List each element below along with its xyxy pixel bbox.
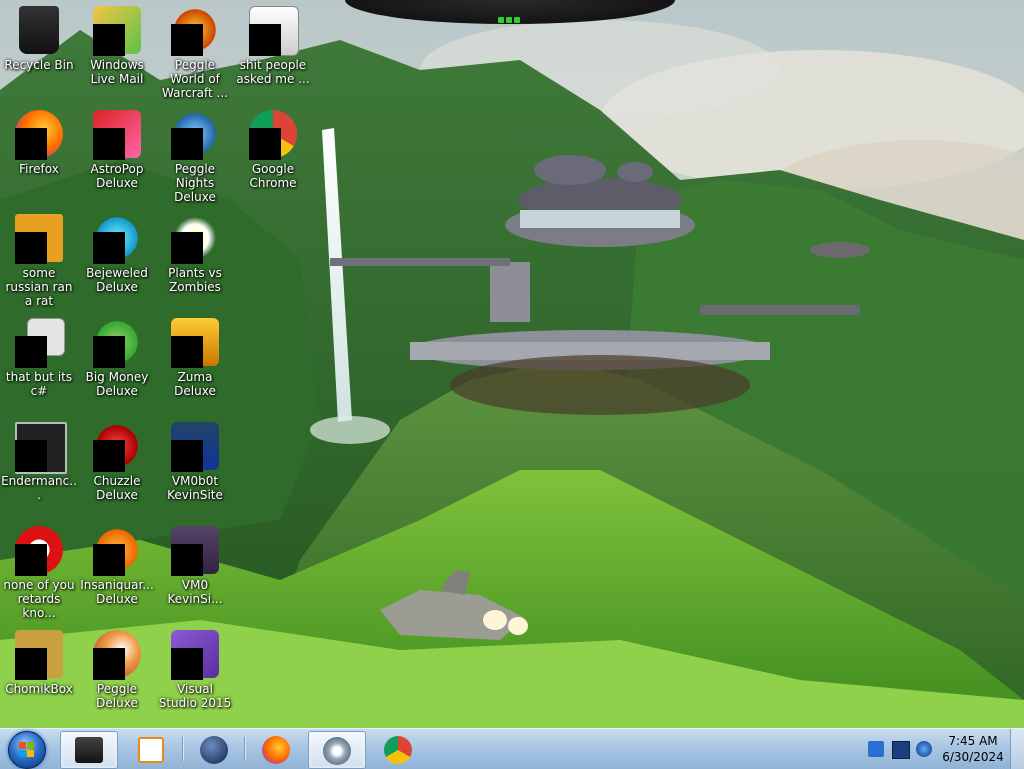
console-app-icon — [15, 422, 67, 474]
display-icon[interactable] — [892, 741, 910, 759]
plants-vs-zombies-icon — [171, 214, 219, 264]
desktop-icon-peggle-nights[interactable]: Peggle Nights Deluxe — [156, 104, 234, 204]
desktop-icon-visual-studio[interactable]: Visual Studio 2015 — [156, 624, 234, 724]
desktop-icon-none-of-you[interactable]: none of you retards kno... — [0, 520, 78, 620]
desktop-icon-label: Chuzzle Deluxe — [93, 474, 141, 502]
desktop-icon-astropop[interactable]: AstroPop Deluxe — [78, 104, 156, 204]
media-player-icon — [138, 737, 164, 763]
desktop-icon-bejeweled[interactable]: Bejeweled Deluxe — [78, 208, 156, 308]
gadget-grip-icon — [497, 8, 523, 23]
desktop-icon-label: some russian ran a rat — [5, 266, 73, 308]
desktop-icon-label: Peggle World of Warcraft ... — [162, 58, 228, 100]
desktop-icon-label: Big Money Deluxe — [85, 370, 149, 398]
document-stack-icon — [15, 318, 65, 368]
desktop-icon-windows-live-mail[interactable]: Windows Live Mail — [78, 0, 156, 100]
taskbar: 7:45 AM 6/30/2024 — [0, 728, 1024, 769]
desktop-icon-label: Visual Studio 2015 — [158, 682, 232, 710]
media-center-icon — [323, 737, 351, 765]
clock[interactable]: 7:45 AM 6/30/2024 — [938, 733, 1008, 765]
globe-app-icon — [200, 736, 228, 764]
chrome-icon — [249, 110, 297, 160]
volume-icon[interactable] — [916, 741, 932, 757]
desktop-icon-insaniquarium[interactable]: Insaniquar... Deluxe — [78, 520, 156, 620]
taskbar-button-chrome[interactable] — [370, 731, 426, 767]
clock-time: 7:45 AM — [948, 734, 998, 748]
firefox-icon — [262, 736, 290, 764]
clock-date: 6/30/2024 — [942, 750, 1004, 764]
start-button[interactable] — [4, 730, 48, 769]
desktop-icon-recycle-bin[interactable]: Recycle Bin — [0, 0, 78, 100]
show-desktop-button[interactable] — [1010, 729, 1024, 769]
desktop-icon-folder[interactable]: shit people asked me ... — [234, 0, 312, 100]
peggle-nights-icon — [171, 110, 219, 160]
astropop-icon — [93, 110, 141, 160]
desktop-icon-label: Zuma Deluxe — [174, 370, 216, 398]
peggle-wow-icon — [171, 6, 219, 56]
desktop-icon-chuzzle[interactable]: Chuzzle Deluxe — [78, 416, 156, 516]
bejeweled-icon — [93, 214, 141, 264]
visual-studio-icon — [171, 630, 219, 680]
folder-icon — [249, 6, 299, 56]
big-money-icon — [93, 318, 141, 368]
desktop-icon-label: Insaniquar... Deluxe — [80, 578, 154, 606]
desktop-icon-label: none of you retards kno... — [3, 578, 75, 620]
zuma-icon — [171, 318, 219, 368]
desktop-icon-label: shit people asked me ... — [236, 58, 310, 86]
desktop-icon-big-money[interactable]: Big Money Deluxe — [78, 312, 156, 412]
desktop-icon-vm0[interactable]: VM0 KevinSi... — [156, 520, 234, 620]
chrome-icon — [384, 736, 412, 764]
desktop-icon-zuma[interactable]: Zuma Deluxe — [156, 312, 234, 412]
desktop-icon-label: Endermanc... — [1, 474, 77, 502]
recycle-bin-icon — [15, 6, 63, 54]
desktop-icon-label: VM0b0t KevinSite — [167, 474, 223, 502]
taskbar-button-globe-app[interactable] — [186, 731, 242, 767]
desktop-icon-chomikbox[interactable]: ChomikBox — [0, 624, 78, 724]
desktop-icon-plants-vs-zombies[interactable]: Plants vs Zombies — [156, 208, 234, 308]
desktop-icon-vm0b0t[interactable]: VM0b0t KevinSite — [156, 416, 234, 516]
desktop-icon-label: ChomikBox — [5, 682, 73, 696]
vm-shortcut-icon — [171, 422, 219, 472]
peggle-icon — [93, 630, 141, 680]
vm-shortcut-icon — [171, 526, 219, 576]
desktop-icon-label: that but its c# — [5, 370, 73, 398]
desktop-icon-label: Peggle Nights Deluxe — [174, 162, 216, 204]
desktop-icon-label: Recycle Bin — [4, 58, 74, 72]
windows-start-orb-icon — [8, 731, 46, 769]
desktop-icon-google-chrome[interactable]: Google Chrome — [234, 104, 312, 204]
desktop-icon-label: AstroPop Deluxe — [90, 162, 144, 190]
desktop-icon-label: VM0 KevinSi... — [167, 578, 223, 606]
desktop-icon-some-russian[interactable]: some russian ran a rat — [0, 208, 78, 308]
desktop-icon-that-but-c[interactable]: that but its c# — [0, 312, 78, 412]
desktop-icon-peggle-deluxe[interactable]: Peggle Deluxe — [78, 624, 156, 724]
taskbar-separator — [182, 737, 184, 761]
opera-icon — [15, 526, 63, 576]
desktop-icon-label: Peggle Deluxe — [96, 682, 138, 710]
desktop-icon-peggle-wow[interactable]: Peggle World of Warcraft ... — [156, 0, 234, 100]
taskbar-button-media-center[interactable] — [308, 731, 366, 769]
taskbar-button-media-player[interactable] — [122, 731, 178, 767]
desktop-icon-label: Firefox — [19, 162, 59, 176]
windows-live-mail-icon — [93, 6, 141, 56]
desktop-icon-label: Plants vs Zombies — [168, 266, 222, 294]
taskbar-separator — [244, 737, 246, 761]
taskbar-button-app-window[interactable] — [60, 731, 118, 769]
chomikbox-icon — [15, 630, 63, 680]
firefox-icon — [15, 110, 63, 160]
desktop-icon-firefox[interactable]: Firefox — [0, 104, 78, 204]
taskbar-button-firefox[interactable] — [248, 731, 304, 767]
desktop-icon-label: Windows Live Mail — [90, 58, 144, 86]
desktop-icon-label: Bejeweled Deluxe — [86, 266, 148, 294]
app-window-icon — [75, 737, 103, 763]
desktop-icon-endermanc[interactable]: Endermanc... — [0, 416, 78, 516]
desktop-icon-label: Google Chrome — [249, 162, 297, 190]
chuzzle-icon — [93, 422, 141, 472]
network-icon[interactable] — [868, 741, 884, 757]
java-file-icon — [15, 214, 63, 264]
insaniquarium-icon — [93, 526, 141, 576]
